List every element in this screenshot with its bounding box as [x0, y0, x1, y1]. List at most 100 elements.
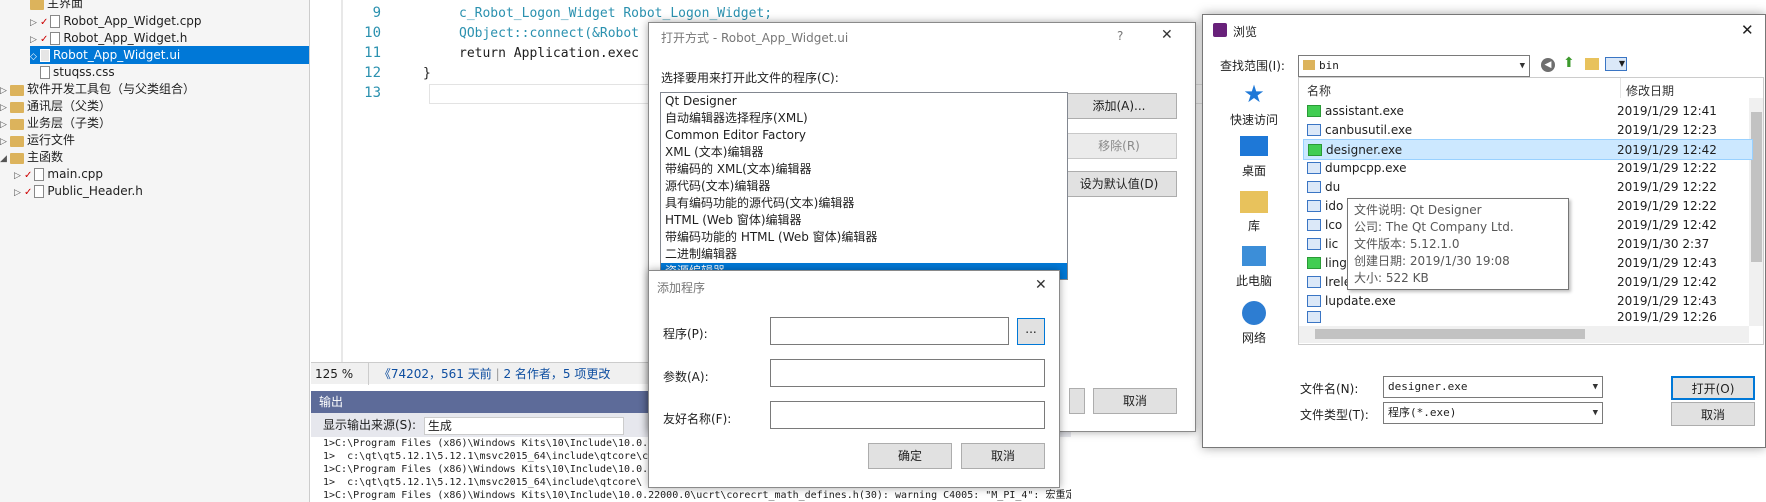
program-item[interactable]: 源代码(文本)编辑器	[661, 178, 1067, 195]
file-row[interactable]: lupdate.exe 2019/1/29 12:43	[1303, 291, 1753, 312]
code-line: return Application.exec	[459, 46, 640, 61]
file-row[interactable]: assistant.exe 2019/1/29 12:41	[1303, 101, 1753, 122]
place-label: 此电脑	[1235, 274, 1272, 288]
tree-label: 运行文件	[27, 133, 76, 147]
open-button[interactable]: 打开(O)	[1671, 376, 1755, 400]
tree-item-header[interactable]: ▷ ✓ Robot_App_Widget.h	[30, 29, 187, 47]
file-date: 2019/1/30 2:37	[1617, 237, 1710, 251]
tree-item-cpp[interactable]: ▷ ✓ Robot_App_Widget.cpp	[30, 12, 202, 30]
output-line: 1>C:\Program Files (x86)\Windows Kits\10…	[323, 490, 1071, 501]
program-item[interactable]: Common Editor Factory	[661, 127, 1067, 144]
exe-icon	[1307, 124, 1321, 136]
place-quick-access[interactable]: ★ 快速访问	[1211, 81, 1297, 128]
tree-item-ui[interactable]: ◇ Robot_App_Widget.ui	[30, 46, 309, 64]
chevron-right-icon[interactable]: ▷	[14, 184, 24, 202]
filetype-select[interactable]: 程序(*.exe) ▼	[1383, 402, 1603, 424]
tree-folder-comm[interactable]: ▷ 通讯层（父类）	[0, 97, 111, 115]
program-item[interactable]: 自动编辑器选择程序(XML)	[661, 110, 1067, 127]
program-list[interactable]: Qt Designer 自动编辑器选择程序(XML) Common Editor…	[660, 92, 1068, 280]
file-name: lupdate.exe	[1325, 294, 1396, 308]
remove-button[interactable]: 移除(R)	[1061, 133, 1177, 159]
file-date: 2019/1/29 12:22	[1617, 180, 1717, 194]
scrollbar-thumb[interactable]	[1315, 329, 1585, 339]
tree-folder-main-func[interactable]: ◢ 主函数	[0, 148, 63, 166]
visual-studio-icon	[1213, 23, 1227, 37]
tree-label: 主界面	[47, 0, 84, 10]
zoom-level[interactable]: 125 %	[311, 363, 369, 385]
line-number: 13	[364, 85, 381, 101]
program-item[interactable]: 带编码的 XML(文本)编辑器	[661, 161, 1067, 178]
tree-item-main-cpp[interactable]: ▷ ✓ main.cpp	[14, 165, 103, 183]
file-row-selected[interactable]: designer.exe 2019/1/29 12:42	[1303, 139, 1753, 160]
codelens-authors[interactable]: 2 名作者，5 项更改	[503, 367, 610, 381]
file-row[interactable]: canbusutil.exe 2019/1/29 12:23	[1303, 120, 1753, 141]
set-default-button[interactable]: 设为默认值(D)	[1061, 171, 1177, 197]
program-item[interactable]: 二进制编辑器	[661, 246, 1067, 263]
up-folder-icon[interactable]: ⬆	[1563, 55, 1577, 71]
ok-button-partial[interactable]	[1069, 388, 1085, 414]
program-item[interactable]: XML (文本)编辑器	[661, 144, 1067, 161]
program-input[interactable]	[770, 317, 1009, 345]
file-name: lic	[1325, 237, 1339, 251]
args-input[interactable]	[770, 359, 1045, 387]
tree-folder-run[interactable]: ▷ 运行文件	[0, 131, 75, 149]
file-name: canbusutil.exe	[1325, 123, 1413, 137]
place-desktop[interactable]: 桌面	[1211, 136, 1297, 179]
back-arrow-icon[interactable]: ◀	[1541, 58, 1555, 72]
cancel-button[interactable]: 取消	[1093, 388, 1177, 414]
exe-icon	[1307, 311, 1321, 323]
add-program-dialog: 添加程序 ✕ 程序(P): ... 参数(A): 友好名称(F): 确定 取消	[648, 270, 1060, 488]
tree-folder-sdk[interactable]: ▷ 软件开发工具包（与父类组合）	[0, 80, 195, 98]
file-row-partial[interactable]: 2019/1/29 12:26	[1303, 310, 1753, 324]
tree-label: main.cpp	[47, 167, 104, 181]
codelens-info[interactable]: 《74202，561 天前	[373, 367, 492, 381]
chevron-down-icon[interactable]: ◢	[0, 150, 10, 168]
folder-icon	[1303, 60, 1315, 70]
new-folder-icon[interactable]	[1585, 58, 1599, 70]
tree-label: Robot_App_Widget.ui	[53, 48, 181, 62]
program-item[interactable]: HTML (Web 窗体)编辑器	[661, 212, 1067, 229]
add-button[interactable]: 添加(A)...	[1061, 93, 1177, 119]
checkmark-icon: ✓	[24, 170, 33, 181]
args-label: 参数(A):	[663, 370, 709, 384]
output-source-select[interactable]: 生成	[423, 416, 624, 435]
browse-button[interactable]: ...	[1017, 318, 1045, 345]
column-header-date[interactable]: 修改日期	[1626, 82, 1674, 99]
tree-item-public-header[interactable]: ▷ ✓ Public_Header.h	[14, 182, 143, 200]
place-network[interactable]: 网络	[1211, 301, 1297, 346]
help-button[interactable]: ?	[1117, 29, 1123, 43]
cancel-button[interactable]: 取消	[1671, 402, 1755, 426]
tree-item-css[interactable]: stuqss.css	[40, 63, 115, 81]
lookin-select[interactable]: bin ▼	[1298, 55, 1530, 77]
column-header-name[interactable]: 名称	[1307, 82, 1331, 99]
close-button[interactable]: ✕	[1161, 27, 1173, 43]
file-row[interactable]: du 2019/1/29 12:22	[1303, 177, 1753, 198]
checkmark-icon: ✓	[40, 34, 49, 45]
friendly-name-input[interactable]	[770, 401, 1045, 429]
program-item[interactable]: Qt Designer	[661, 93, 1067, 110]
program-item[interactable]: 带编码功能的 HTML (Web 窗体)编辑器	[661, 229, 1067, 246]
css-file-icon	[40, 66, 50, 79]
ok-button[interactable]: 确定	[868, 443, 952, 469]
horizontal-scrollbar[interactable]	[1299, 326, 1749, 343]
code-line: c_Robot_Logon_Widget Robot_Logon_Widget;	[459, 6, 773, 21]
place-library[interactable]: 库	[1211, 191, 1297, 234]
program-item[interactable]: 具有编码功能的源代码(文本)编辑器	[661, 195, 1067, 212]
close-button[interactable]: ✕	[1741, 21, 1754, 39]
sort-up-icon: ^	[1424, 77, 1433, 84]
program-label: 程序(P):	[663, 327, 708, 341]
close-button[interactable]: ✕	[1035, 277, 1047, 293]
tree-label: stuqss.css	[53, 65, 115, 79]
line-number: 11	[364, 45, 381, 61]
tree-folder-business[interactable]: ▷ 业务层（子类）	[0, 114, 111, 132]
file-row[interactable]: dumpcpp.exe 2019/1/29 12:22	[1303, 158, 1753, 179]
line-number: 10	[364, 25, 381, 41]
tree-label: Robot_App_Widget.h	[63, 31, 188, 45]
place-label: 网络	[1241, 331, 1266, 345]
tree-folder-main-ui[interactable]: 主界面	[30, 0, 83, 12]
view-menu-icon[interactable]: ▼	[1605, 57, 1627, 71]
place-this-pc[interactable]: 此电脑	[1211, 246, 1297, 289]
file-date: 2019/1/29 12:43	[1617, 294, 1717, 308]
cancel-button[interactable]: 取消	[961, 443, 1045, 469]
filename-input[interactable]: designer.exe ▼	[1383, 376, 1603, 398]
